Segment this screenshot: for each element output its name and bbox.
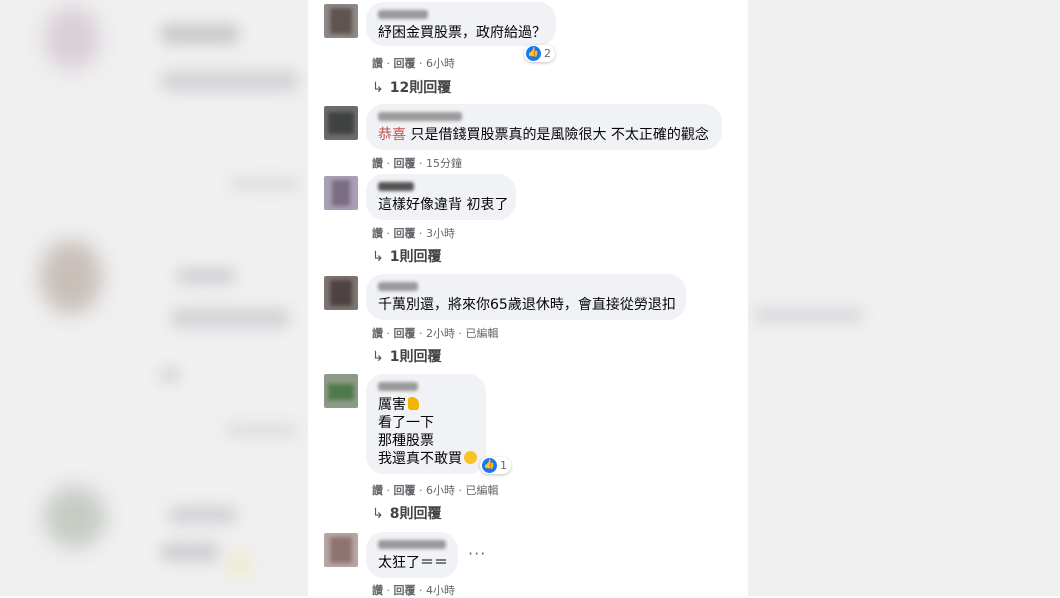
- comment-actions: 讚 · 回覆 · 2小時 · 已編輯: [372, 327, 499, 340]
- thumbs-up-emoji: [408, 397, 419, 410]
- comment-text: 恭喜 只是借錢買股票真的是風險很大 不太正確的觀念: [378, 127, 709, 143]
- reaction-count[interactable]: 👍 2: [524, 45, 555, 62]
- commenter-name[interactable]: [378, 282, 418, 291]
- avatar[interactable]: [324, 533, 358, 567]
- avatar[interactable]: [324, 176, 358, 210]
- reply-arrow-icon: ↳: [372, 80, 384, 96]
- comment-bubble: 太狂了＝＝: [366, 532, 458, 578]
- smile-emoji: [464, 451, 477, 464]
- blurred-left-panel: [0, 0, 308, 596]
- timestamp[interactable]: 2小時: [426, 327, 455, 340]
- more-options-icon[interactable]: ···: [468, 544, 486, 563]
- timestamp[interactable]: 6小時: [426, 484, 455, 497]
- comment-line: 厲害: [378, 396, 474, 414]
- reply-button[interactable]: 回覆: [394, 327, 416, 340]
- blurred-right-panel: [748, 0, 1060, 596]
- commenter-name[interactable]: [378, 182, 414, 191]
- avatar[interactable]: [324, 276, 358, 310]
- like-button[interactable]: 讚: [372, 57, 383, 70]
- reply-button[interactable]: 回覆: [394, 57, 416, 70]
- commenter-name[interactable]: [378, 382, 418, 391]
- avatar[interactable]: [324, 374, 358, 408]
- edited-label: 已編輯: [465, 484, 499, 497]
- like-button[interactable]: 讚: [372, 584, 383, 597]
- view-replies-link[interactable]: ↳ 1則回覆: [372, 346, 441, 366]
- comment-actions: 讚 · 回覆 · 3小時: [372, 227, 455, 240]
- like-button[interactable]: 讚: [372, 157, 383, 170]
- comment-text: 這樣好像違背 初衷了: [378, 197, 509, 213]
- like-button[interactable]: 讚: [372, 484, 383, 497]
- comment-line: 看了一下: [378, 415, 434, 431]
- comment-line: 我還真不敢買: [378, 450, 477, 468]
- comment-feed: 紓困金買股票，政府給過？ 👍 2 讚 · 回覆 · 6小時 ↳ 12則回覆 恭喜 …: [308, 0, 748, 597]
- comment-text: 紓困金買股票，政府給過？: [378, 25, 546, 41]
- comment-line: 那種股票: [378, 433, 434, 449]
- reply-arrow-icon: ↳: [372, 506, 384, 522]
- comment-text: 太狂了＝＝: [378, 555, 448, 571]
- edited-label: 已編輯: [465, 327, 499, 340]
- comment-actions: 讚 · 回覆 · 6小時: [372, 57, 455, 70]
- comment-actions: 讚 · 回覆 · 6小時 · 已編輯: [372, 484, 499, 497]
- comment-text: 千萬別還，將來你65歲退休時，會直接從勞退扣: [378, 297, 676, 313]
- timestamp[interactable]: 4小時: [426, 584, 455, 597]
- timestamp[interactable]: 3小時: [426, 227, 455, 240]
- view-replies-link[interactable]: ↳ 12則回覆: [372, 77, 451, 97]
- reply-button[interactable]: 回覆: [394, 157, 416, 170]
- view-replies-link[interactable]: ↳ 8則回覆: [372, 503, 441, 523]
- like-icon: 👍: [482, 458, 497, 473]
- reply-button[interactable]: 回覆: [394, 484, 416, 497]
- reply-arrow-icon: ↳: [372, 249, 384, 265]
- reply-arrow-icon: ↳: [372, 349, 384, 365]
- reply-button[interactable]: 回覆: [394, 584, 416, 597]
- timestamp[interactable]: 6小時: [426, 57, 455, 70]
- comment-bubble: 紓困金買股票，政府給過？: [366, 2, 556, 46]
- like-button[interactable]: 讚: [372, 227, 383, 240]
- comment-bubble: 恭喜 只是借錢買股票真的是風險很大 不太正確的觀念: [366, 104, 722, 150]
- like-icon: 👍: [526, 46, 541, 61]
- comment-bubble: 這樣好像違背 初衷了: [366, 174, 516, 220]
- like-button[interactable]: 讚: [372, 327, 383, 340]
- reaction-count[interactable]: 👍 1: [480, 457, 511, 474]
- comment-bubble: 厲害 看了一下 那種股票 我還真不敢買: [366, 374, 486, 474]
- comment-bubble: 千萬別還，將來你65歲退休時，會直接從勞退扣: [366, 274, 686, 320]
- commenter-name[interactable]: [378, 112, 462, 121]
- avatar[interactable]: [324, 4, 358, 38]
- commenter-name[interactable]: [378, 10, 428, 19]
- timestamp[interactable]: 15分鐘: [426, 157, 462, 170]
- mention-tag[interactable]: 恭喜: [378, 127, 406, 143]
- commenter-name[interactable]: [378, 540, 446, 549]
- reply-button[interactable]: 回覆: [394, 227, 416, 240]
- view-replies-link[interactable]: ↳ 1則回覆: [372, 246, 441, 266]
- comment-actions: 讚 · 回覆 · 15分鐘: [372, 157, 462, 170]
- avatar[interactable]: [324, 106, 358, 140]
